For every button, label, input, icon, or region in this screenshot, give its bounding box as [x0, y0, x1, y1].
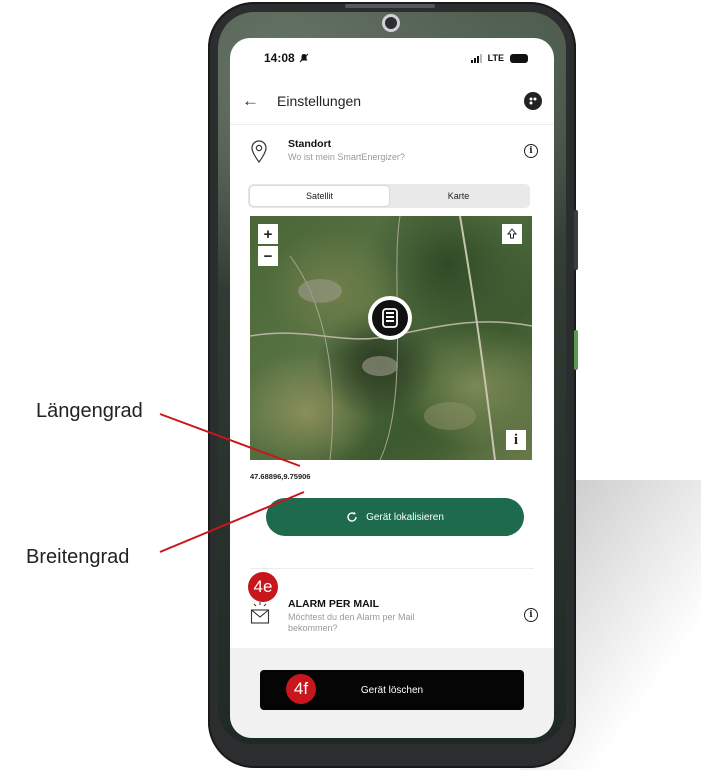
palette-icon[interactable] — [524, 92, 542, 110]
tab-satellit[interactable]: Satellit — [250, 186, 389, 206]
divider — [230, 124, 554, 125]
info-icon[interactable]: i — [524, 608, 538, 622]
status-time: 14:08 — [264, 51, 295, 65]
zoom-in-button[interactable]: + — [258, 224, 278, 244]
refresh-icon — [347, 511, 357, 522]
latitude-label: Breitengrad — [26, 546, 130, 568]
arrow-left-icon[interactable]: ← — [242, 91, 259, 111]
longitude-label: Längengrad — [36, 400, 143, 422]
speaker-grille — [345, 4, 435, 8]
network-label: LTE — [487, 53, 504, 63]
app-screen: 14:08 LTE ← Einstellungen Standort Wo is… — [230, 38, 554, 738]
tab-karte[interactable]: Karte — [389, 186, 528, 206]
battery-icon — [510, 53, 528, 63]
locate-device-button[interactable]: Gerät lokalisieren — [266, 498, 524, 536]
divider — [250, 568, 534, 569]
location-title: Standort — [288, 138, 332, 150]
coordinates-text: 47.68896,9.75906 — [250, 472, 311, 481]
zoom-out-button[interactable]: − — [258, 246, 278, 266]
signal-icon — [470, 53, 482, 63]
map-info-button[interactable]: i — [506, 430, 526, 450]
power-button — [574, 330, 578, 370]
app-bar: ← Einstellungen — [230, 86, 554, 116]
camera-icon — [382, 14, 400, 32]
info-icon[interactable]: i — [524, 144, 538, 158]
location-row: Standort Wo ist mein SmartEnergizer? i — [230, 138, 554, 164]
delete-button-label: Gerät löschen — [360, 684, 424, 696]
badge-4f: 4f — [286, 674, 316, 704]
location-subtitle: Wo ist mein SmartEnergizer? — [288, 152, 405, 162]
mail-icon — [250, 602, 270, 624]
navigation-icon[interactable] — [502, 224, 522, 244]
alarm-mail-subtitle: Möchtest du den Alarm per Mail bekommen? — [288, 612, 415, 633]
device-marker[interactable] — [368, 296, 412, 340]
badge-4e: 4e — [248, 572, 278, 602]
location-pin-icon — [251, 140, 267, 163]
page-title: Einstellungen — [277, 93, 362, 109]
locate-button-label: Gerät lokalisieren — [366, 511, 444, 523]
satellite-map[interactable]: + − i — [250, 216, 532, 460]
volume-button — [574, 210, 578, 270]
mute-bell-icon — [299, 53, 309, 63]
alarm-mail-row: ALARM PER MAIL Möchtest du den Alarm per… — [230, 598, 554, 634]
status-indicators: LTE — [470, 53, 528, 63]
map-type-toggle: Satellit Karte — [248, 184, 530, 208]
status-bar: 14:08 LTE — [230, 38, 554, 78]
device-icon — [372, 300, 408, 336]
alarm-mail-title: ALARM PER MAIL — [288, 598, 379, 610]
